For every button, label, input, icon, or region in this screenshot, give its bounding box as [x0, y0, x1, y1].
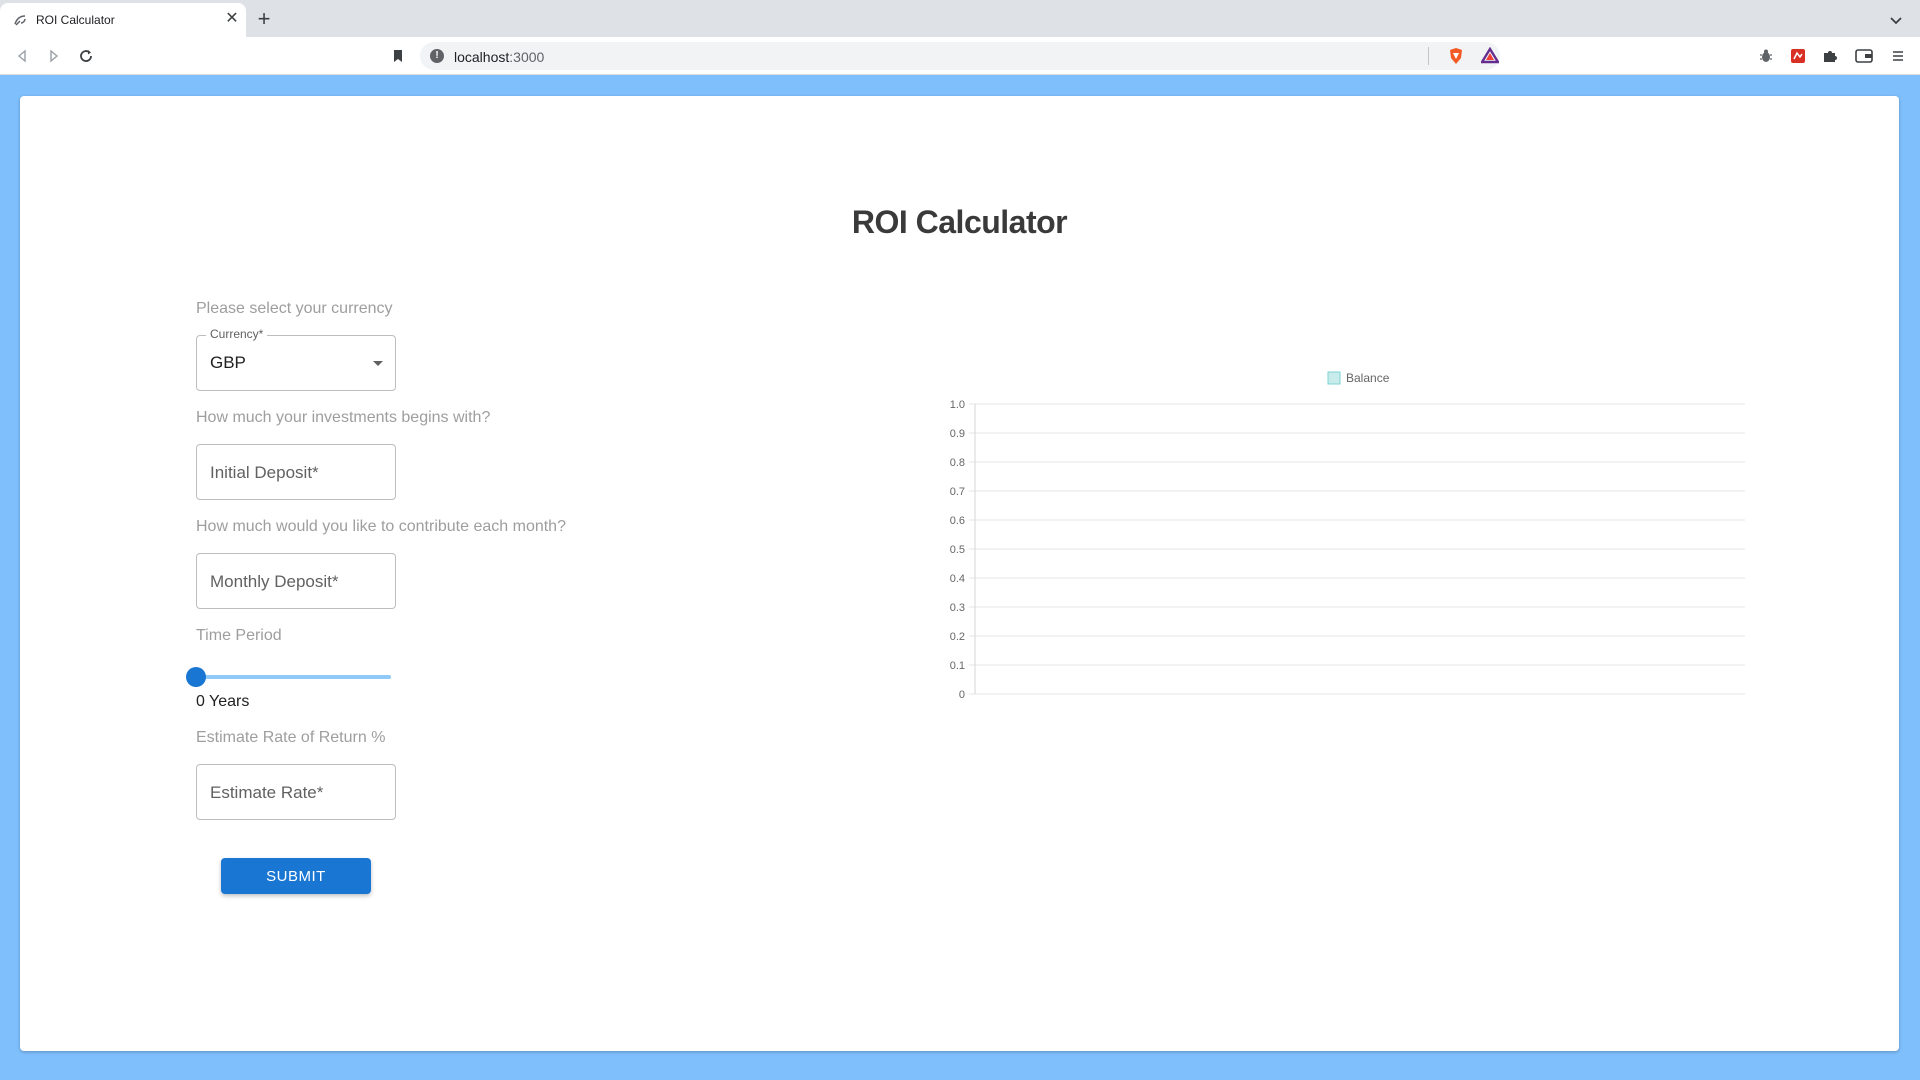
wallet-icon[interactable] [1852, 44, 1876, 68]
dropdown-arrow-icon[interactable] [373, 361, 383, 366]
bookmark-icon[interactable] [386, 44, 410, 68]
omnibox-divider [1428, 47, 1429, 65]
initial-deposit-question: How much your investments begins with? [196, 409, 491, 426]
time-period-slider-track[interactable] [196, 675, 391, 679]
monthly-deposit-placeholder: Monthly Deposit* [210, 572, 339, 591]
y-tick-label: 0.5 [950, 544, 965, 556]
y-tick-label: 0.3 [950, 602, 965, 614]
legend-swatch [1327, 371, 1341, 385]
browser-tab[interactable]: ROI Calculator ✕ [0, 3, 246, 37]
currency-select[interactable]: Currency* GBP [196, 327, 396, 391]
address-bar[interactable]: ! localhost:3000 [420, 42, 1500, 70]
y-tick-label: 0.7 [950, 486, 965, 498]
legend-label-balance: Balance [1346, 371, 1390, 385]
submit-button[interactable]: SUBMIT [221, 858, 371, 894]
currency-field-label: Currency* [206, 327, 268, 341]
tab-search-chevron-icon[interactable] [1886, 10, 1906, 30]
currency-selected-value: GBP [210, 353, 246, 372]
new-tab-icon[interactable]: + [252, 8, 276, 32]
arrow-left-icon[interactable] [10, 44, 34, 68]
tab-strip: ROI Calculator ✕ + [0, 0, 1920, 37]
browser-toolbar: ! localhost:3000 [0, 37, 1920, 75]
y-tick-label: 0.2 [950, 631, 965, 643]
bug-icon[interactable] [1754, 44, 1778, 68]
tab-close-icon[interactable]: ✕ [222, 9, 242, 29]
tab-favicon-icon [14, 15, 26, 26]
reload-icon[interactable] [74, 44, 98, 68]
y-tick-label: 0.8 [950, 457, 965, 469]
page-title: ROI Calculator [851, 204, 1068, 240]
balance-chart: 0 0.1 0.2 0.3 0.4 0.5 0.6 0.7 0.8 0.9 1.0 Balance [950, 371, 1745, 701]
url-text[interactable]: localhost:3000 [454, 49, 544, 65]
time-period-value: 0 Years [196, 693, 250, 710]
info-icon[interactable]: ! [430, 49, 444, 63]
estimate-rate-field[interactable]: Estimate Rate* [196, 764, 396, 820]
y-tick-label: 0 [959, 689, 965, 701]
estimate-rate-placeholder: Estimate Rate* [210, 783, 324, 802]
y-tick-label: 0.4 [950, 573, 965, 585]
hamburger-menu-icon[interactable] [1886, 44, 1910, 68]
url-port: :3000 [509, 49, 545, 65]
brave-shield-icon[interactable] [1444, 44, 1468, 68]
monthly-deposit-field[interactable]: Monthly Deposit* [196, 553, 396, 609]
rate-question: Estimate Rate of Return % [196, 729, 386, 746]
initial-deposit-placeholder: Initial Deposit* [210, 463, 319, 482]
arrow-right-icon[interactable] [42, 44, 66, 68]
currency-question: Please select your currency [196, 300, 393, 317]
monthly-deposit-question: How much would you like to contribute ea… [196, 518, 566, 535]
url-host: localhost [454, 49, 510, 65]
brave-rewards-icon[interactable] [1478, 44, 1502, 68]
extension-red-icon[interactable] [1786, 44, 1810, 68]
main-card: ROI Calculator Please select your curren… [20, 96, 1899, 1051]
y-tick-label: 0.9 [950, 428, 965, 440]
tab-title: ROI Calculator [36, 13, 115, 27]
y-tick-label: 1.0 [950, 399, 965, 411]
time-period-label: Time Period [196, 627, 282, 644]
initial-deposit-field[interactable]: Initial Deposit* [196, 444, 396, 500]
y-tick-label: 0.6 [950, 515, 965, 527]
y-tick-label: 0.1 [950, 660, 965, 672]
time-period-slider-thumb[interactable] [186, 667, 206, 687]
puzzle-icon[interactable] [1818, 44, 1842, 68]
